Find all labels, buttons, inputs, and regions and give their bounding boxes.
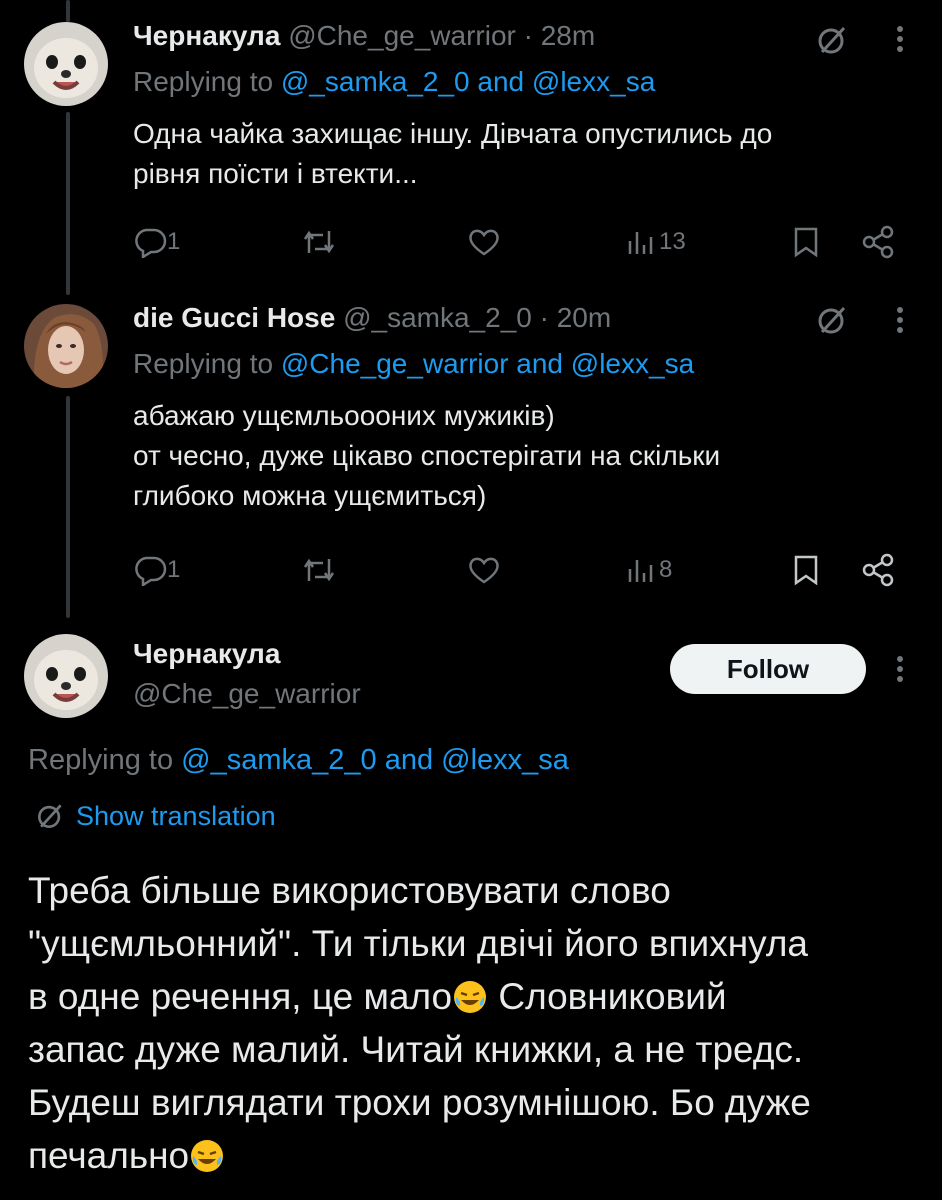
author-handle[interactable]: @Che_ge_warrior	[288, 20, 516, 51]
view-count: 8	[659, 556, 673, 583]
reply-icon	[135, 556, 167, 586]
tweet-text-line: Одна чайка захищає іншу. Дівчата опустил…	[133, 118, 773, 149]
tweet-text-line: Треба більше використовувати слово	[28, 870, 671, 911]
like-icon	[469, 229, 499, 256]
share-button[interactable]	[861, 550, 895, 590]
timestamp[interactable]: · 28m	[524, 20, 596, 51]
replying-users[interactable]: @_samka_2_0 and @lexx_sa	[181, 744, 569, 776]
replying-prefix: Replying to	[133, 66, 274, 97]
laughing-emoji	[454, 981, 487, 1013]
tweet-text-fragment: в одне речення, це мало	[28, 976, 453, 1017]
tweet-text-line: "ущємльонний". Ти тільки двічі його впих…	[28, 923, 808, 964]
replying-prefix: Replying to	[28, 744, 174, 776]
tweet-text-line: абажаю ущємльоооних мужиків)	[133, 400, 555, 431]
tweet-text: Одна чайка захищає іншу. Дівчата опустил…	[133, 114, 923, 194]
like-icon	[469, 557, 499, 584]
share-icon	[862, 225, 894, 259]
tweet-text-line-with-emoji: в одне речення, це мало Словниковий	[28, 970, 928, 1023]
show-translation-link[interactable]: Show translation	[34, 800, 276, 832]
follow-button[interactable]: Follow	[670, 644, 866, 694]
like-button[interactable]	[467, 222, 501, 262]
retweet-icon	[303, 230, 335, 254]
replying-users[interactable]: @_samka_2_0 and @lexx_sa	[281, 66, 655, 97]
translate-icon[interactable]	[814, 22, 850, 63]
bookmark-icon	[794, 555, 818, 586]
reply-button[interactable]: 1	[133, 550, 180, 590]
tweet-header: die Gucci Hose @_samka_2_0 · 20m	[133, 302, 611, 334]
timestamp[interactable]: · 20m	[540, 302, 612, 333]
replying-to: Replying to @_samka_2_0 and @lexx_sa	[133, 66, 655, 98]
tweet-text: абажаю ущємльоооних мужиків) от чесно, д…	[133, 396, 923, 516]
thread-line-top	[66, 0, 70, 22]
reply-count: 1	[167, 228, 181, 255]
views-icon	[628, 232, 653, 254]
author-handle[interactable]: @_samka_2_0	[343, 302, 532, 333]
bookmark-button[interactable]	[793, 550, 819, 590]
more-icon[interactable]	[893, 654, 907, 689]
thread-line-1	[66, 112, 70, 295]
tweet-text-line: глибоко можна ущємиться)	[133, 480, 487, 511]
view-count: 13	[659, 228, 686, 255]
show-translation-label: Show translation	[76, 800, 276, 831]
avatar[interactable]	[24, 634, 108, 718]
thread-line-2	[66, 396, 70, 618]
author-name[interactable]: die Gucci Hose	[133, 302, 335, 333]
main-tweet-text: Треба більше використовувати слово "ущєм…	[28, 864, 928, 1182]
translate-icon[interactable]	[814, 302, 850, 343]
replying-prefix: Replying to	[133, 348, 274, 379]
author-handle[interactable]: @Che_ge_warrior	[133, 678, 361, 710]
retweet-button[interactable]	[301, 550, 337, 590]
reply-icon	[135, 228, 167, 258]
bookmark-button[interactable]	[793, 222, 819, 262]
tweet-text-fragment: печально	[28, 1135, 190, 1176]
views-button[interactable]: 13	[625, 222, 686, 262]
like-button[interactable]	[467, 550, 501, 590]
action-bar: 1 13	[133, 222, 903, 262]
author-name[interactable]: Чернакула	[133, 20, 280, 51]
tweet-text-line: от чесно, дуже цікаво спостерігати на ск…	[133, 440, 721, 471]
retweet-icon	[303, 558, 335, 582]
tweet-header: Чернакула @Che_ge_warrior · 28m	[133, 20, 595, 52]
share-button[interactable]	[861, 222, 895, 262]
reply-button[interactable]: 1	[133, 222, 180, 262]
tweet-text-line: рівня поїсти і втекти...	[133, 158, 418, 189]
replying-to: Replying to @_samka_2_0 and @lexx_sa	[28, 744, 569, 777]
bookmark-icon	[794, 227, 818, 258]
tweet-text-line: запас дуже малий. Читай книжки, а не тре…	[28, 1029, 804, 1070]
action-bar: 1 8	[133, 550, 903, 590]
replying-users[interactable]: @Che_ge_warrior and @lexx_sa	[281, 348, 694, 379]
laughing-emoji	[191, 1140, 224, 1172]
tweet-text-fragment: Словниковий	[498, 976, 727, 1017]
replying-to: Replying to @Che_ge_warrior and @lexx_sa	[133, 348, 694, 380]
views-icon	[628, 560, 653, 582]
more-icon[interactable]	[893, 305, 907, 340]
author-name[interactable]: Чернакула	[133, 638, 280, 670]
retweet-button[interactable]	[301, 222, 337, 262]
avatar[interactable]	[24, 304, 108, 388]
share-icon	[862, 553, 894, 587]
views-button[interactable]: 8	[625, 550, 672, 590]
reply-count: 1	[167, 556, 181, 583]
tweet-text-line-with-emoji: печально	[28, 1129, 928, 1182]
avatar[interactable]	[24, 22, 108, 106]
more-icon[interactable]	[893, 24, 907, 59]
translate-icon	[38, 804, 62, 828]
tweet-text-line: Будеш виглядати трохи розумнішою. Бо дуж…	[28, 1082, 811, 1123]
